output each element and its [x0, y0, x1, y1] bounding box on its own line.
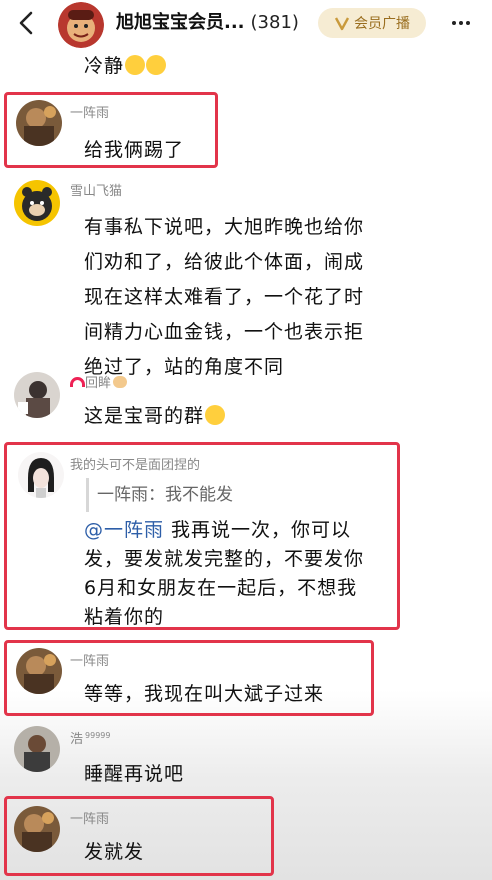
avatar[interactable]: [14, 372, 60, 418]
unamused-emoji: [205, 405, 226, 425]
more-button[interactable]: [446, 10, 476, 36]
message-text-m2: 有事私下说吧，大旭昨晚也给你 们劝和了，给彼此个体面，闹成 现在这样太难看了，一…: [84, 216, 365, 378]
more-dots-icon: [452, 21, 470, 25]
message-text-m6: 睡醒再说吧: [84, 763, 185, 785]
message-text-m1: 给我俩踢了: [84, 139, 185, 161]
laugh-cry-emoji: [125, 55, 146, 75]
sender-name: 浩 99999: [70, 730, 111, 747]
rainbow-emoji: [70, 377, 85, 387]
mention-link[interactable]: @一阵雨: [84, 519, 164, 541]
avatar[interactable]: [16, 100, 62, 146]
avatar[interactable]: [16, 648, 62, 694]
avatar[interactable]: [18, 452, 64, 498]
back-button[interactable]: [14, 10, 40, 36]
sender-name: 一阵雨: [70, 106, 110, 121]
sender-name: 一阵雨: [70, 654, 110, 669]
avatar[interactable]: [14, 726, 60, 772]
vip-broadcast-button[interactable]: 会员广播: [318, 8, 426, 38]
group-title[interactable]: 旭旭宝宝会员... (381): [116, 10, 316, 36]
hand-emoji: [113, 376, 128, 388]
group-avatar[interactable]: [58, 2, 104, 48]
sender-name: 回眸: [70, 372, 128, 391]
sender-name: 我的头可不是面团捏的: [70, 458, 201, 473]
vip-badge-label: 会员广播: [354, 16, 410, 32]
v-badge-icon: [334, 17, 350, 31]
chevron-left-icon: [19, 11, 33, 35]
avatar[interactable]: [14, 806, 60, 852]
avatar[interactable]: [14, 180, 60, 226]
message-text-m7: 发就发: [84, 841, 145, 863]
laugh-cry-emoji: [146, 55, 167, 75]
message-text-m0: 冷静: [84, 50, 167, 82]
member-count: (381): [250, 12, 299, 33]
message-text-m4: @一阵雨 我再说一次，你可以 发，要发就发完整的，不要发你 6月和女朋友在一起后…: [84, 519, 365, 628]
sender-name: 雪山飞猫: [70, 184, 123, 199]
message-text-m5: 等等，我现在叫大斌子过来: [84, 683, 325, 705]
chat-header: 旭旭宝宝会员... (381) 会员广播: [0, 0, 492, 50]
message-text-m3: 这是宝哥的群: [84, 400, 226, 432]
sender-name: 一阵雨: [70, 812, 110, 827]
quoted-reply[interactable]: 一阵雨：我不能发: [86, 478, 376, 512]
